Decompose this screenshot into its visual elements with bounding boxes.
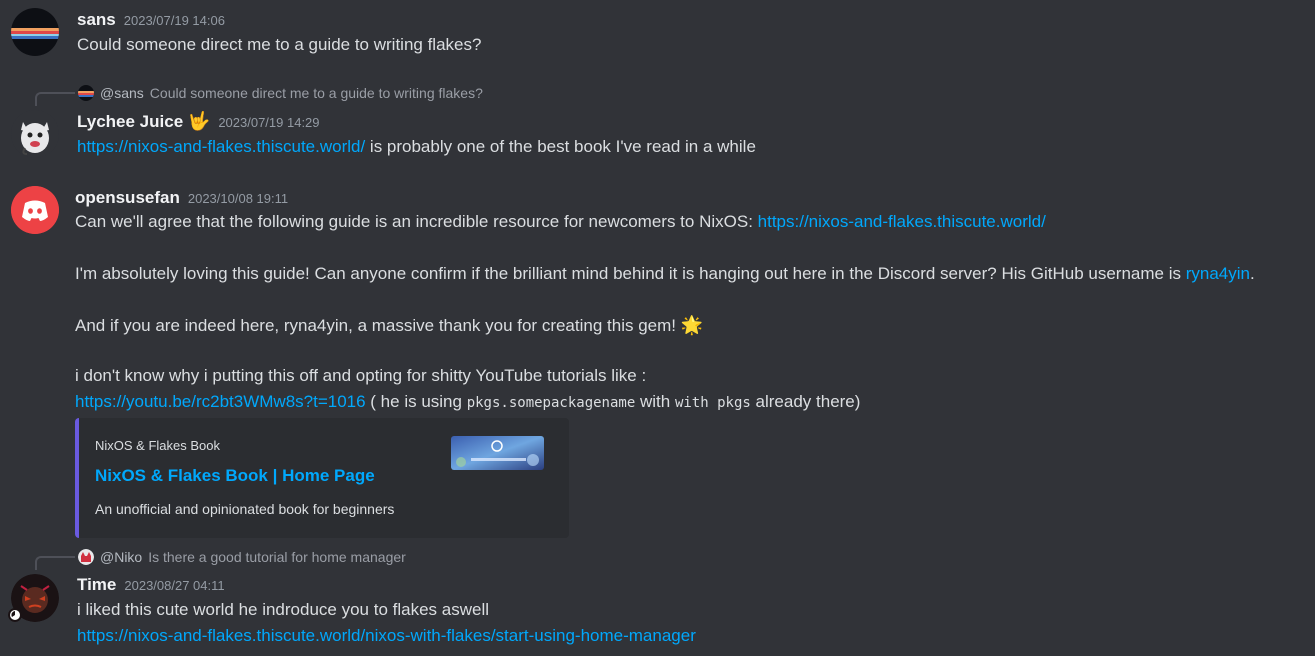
message-text-after: is probably one of the best book I've re… <box>365 137 756 156</box>
hand-sign-icon: 🤟 <box>187 111 211 131</box>
embed-thumbnail[interactable] <box>451 436 544 470</box>
reply-avatar <box>78 549 94 565</box>
inline-code: with pkgs <box>674 395 751 411</box>
author-name[interactable]: opensusefan 2023/10/08 19:11 <box>75 188 288 208</box>
message-paragraph-4: i don't know why i putting this off and … <box>75 366 647 385</box>
reply-text[interactable]: Could someone direct me to a guide to wr… <box>150 85 483 101</box>
reply-author[interactable]: @sans <box>100 85 144 101</box>
avatar[interactable] <box>11 186 59 234</box>
timestamp: 2023/07/19 14:06 <box>123 13 225 28</box>
author-name[interactable]: Lychee Juice 🤟 2023/07/19 14:29 <box>77 111 320 132</box>
author-label[interactable]: sans <box>77 10 116 29</box>
message-text: i liked this cute world he indroduce you… <box>77 600 489 619</box>
reply-avatar <box>78 85 94 101</box>
reply-text[interactable]: Is there a good tutorial for home manage… <box>148 549 406 565</box>
status-badge-icon <box>8 608 22 622</box>
reply-connector <box>35 556 75 570</box>
inline-code: pkgs.somepackagename <box>466 395 636 411</box>
message-paragraph-2: I'm absolutely loving this guide! Can an… <box>75 264 1255 284</box>
paragraph-text: And if you are indeed here, ryna4yin, a … <box>75 316 681 335</box>
paragraph-text: Can we'll agree that the following guide… <box>75 212 758 231</box>
link-embed: NixOS & Flakes Book NixOS & Flakes Book … <box>75 418 569 538</box>
message-paragraph-1: Can we'll agree that the following guide… <box>75 212 1046 232</box>
chat-messages: sans 2023/07/19 14:06 Could someone direc… <box>0 0 1315 656</box>
message-link[interactable]: https://nixos-and-flakes.thiscute.world/… <box>77 626 696 646</box>
author-label[interactable]: Lychee Juice <box>77 112 183 131</box>
message-paragraph-5: https://youtu.be/rc2bt3WMw8s?t=1016 ( he… <box>75 392 860 412</box>
author-label[interactable]: Time <box>77 575 116 594</box>
reply-preview[interactable]: @sans Could someone direct me to a guide… <box>78 85 483 101</box>
avatar[interactable] <box>11 8 59 56</box>
message-text: https://nixos-and-flakes.thiscute.world/… <box>77 137 756 157</box>
embed-provider: NixOS & Flakes Book <box>95 438 220 453</box>
reply-connector <box>35 92 75 106</box>
embed-title-link[interactable]: NixOS & Flakes Book | Home Page <box>95 466 375 486</box>
author-name[interactable]: Time 2023/08/27 04:11 <box>77 575 225 595</box>
timestamp: 2023/10/08 19:11 <box>187 191 289 206</box>
embed-description: An unofficial and opinionated book for b… <box>95 501 395 517</box>
message-link[interactable]: https://nixos-and-flakes.thiscute.world/ <box>77 137 365 156</box>
timestamp: 2023/07/19 14:29 <box>218 115 320 130</box>
discord-logo-icon <box>11 186 59 234</box>
reply-author[interactable]: @Niko <box>100 549 142 565</box>
avatar[interactable] <box>11 110 59 158</box>
timestamp: 2023/08/27 04:11 <box>124 578 225 593</box>
paragraph-text: with <box>635 392 675 411</box>
github-username-link[interactable]: ryna4yin <box>1186 264 1250 283</box>
author-name[interactable]: sans 2023/07/19 14:06 <box>77 10 225 30</box>
author-label[interactable]: opensusefan <box>75 188 180 207</box>
paragraph-text: I'm absolutely loving this guide! Can an… <box>75 264 1186 283</box>
paragraph-text: already there) <box>750 392 861 411</box>
star-emoji-icon: 🌟 <box>680 315 704 335</box>
message-paragraph-3: And if you are indeed here, ryna4yin, a … <box>75 315 703 336</box>
message-text: Could someone direct me to a guide to wr… <box>77 35 482 54</box>
paragraph-text: ( he is using <box>365 392 467 411</box>
reply-preview[interactable]: @Niko Is there a good tutorial for home … <box>78 549 406 565</box>
youtube-link[interactable]: https://youtu.be/rc2bt3WMw8s?t=1016 <box>75 392 366 411</box>
message-link[interactable]: https://nixos-and-flakes.thiscute.world/ <box>758 212 1046 231</box>
paragraph-end: . <box>1249 264 1255 283</box>
